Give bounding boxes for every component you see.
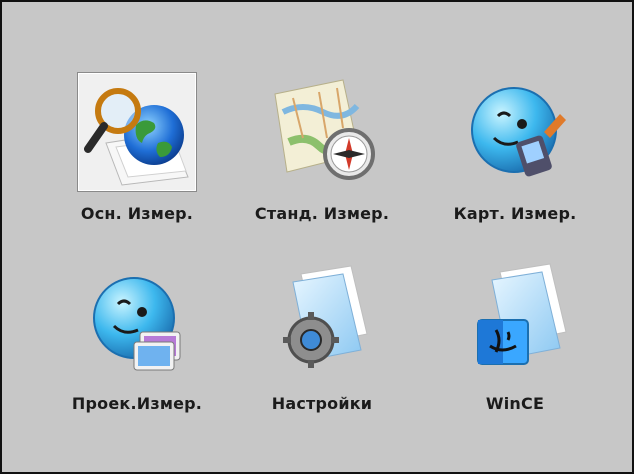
app-label: Станд. Измер. [254, 204, 390, 223]
app-tile-proek-izmer[interactable]: Проек.Измер. [42, 262, 232, 432]
app-label: Настройки [271, 394, 373, 413]
folder-finder-icon[interactable] [456, 262, 574, 380]
app-tile-nastroyki[interactable]: Настройки [227, 262, 417, 432]
magnifier-globe-icon[interactable] [77, 72, 197, 192]
app-label: Осн. Измер. [80, 204, 194, 223]
map-compass-icon[interactable] [263, 72, 381, 190]
app-tile-stand-izmer[interactable]: Станд. Измер. [227, 72, 417, 242]
app-label: Карт. Измер. [453, 204, 577, 223]
desktop-frame: Осн. Измер. Станд. Измер. Карт. Измер. П… [0, 0, 634, 474]
app-tile-osn-izmer[interactable]: Осн. Измер. [42, 72, 232, 242]
smiley-picture-icon[interactable] [78, 262, 196, 380]
folder-gear-icon[interactable] [263, 262, 381, 380]
app-tile-kart-izmer[interactable]: Карт. Измер. [420, 72, 610, 242]
app-tile-wince[interactable]: WinCE [420, 262, 610, 432]
app-label: Проек.Измер. [71, 394, 203, 413]
smiley-pda-icon[interactable] [456, 72, 574, 190]
app-label: WinCE [485, 394, 545, 413]
